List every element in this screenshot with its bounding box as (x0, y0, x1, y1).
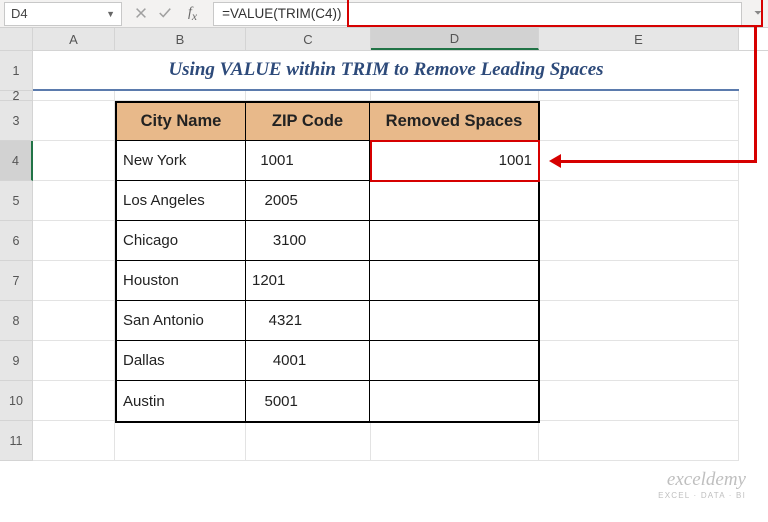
cell-zip[interactable]: 4321 (246, 301, 370, 341)
row-header-2[interactable]: 2 (0, 91, 33, 101)
table-row: Austin 5001 (117, 381, 538, 421)
table-row: New York 10011001 (117, 141, 538, 181)
chevron-down-icon[interactable]: ▼ (106, 9, 115, 19)
data-table: City Name ZIP Code Removed Spaces New Yo… (115, 101, 540, 423)
enter-icon[interactable] (158, 6, 172, 20)
cell-city[interactable]: Chicago (117, 221, 246, 261)
fx-icon[interactable]: fx (182, 5, 203, 23)
formula-bar-buttons: fx (124, 5, 213, 23)
formula-bar: D4 ▼ fx =VALUE(TRIM(C4)) ⏷ (0, 0, 768, 28)
table-row: San Antonio 4321 (117, 301, 538, 341)
cell-city[interactable]: Los Angeles (117, 181, 246, 221)
watermark-title: exceldemy (658, 469, 746, 491)
row-header-1[interactable]: 1 (0, 51, 33, 91)
row-header-10[interactable]: 10 (0, 381, 33, 421)
cell-zip[interactable]: 3100 (246, 221, 370, 261)
cell-city[interactable]: Austin (117, 381, 246, 421)
sheet-area[interactable]: Using VALUE within TRIM to Remove Leadin… (33, 51, 768, 461)
col-header-e[interactable]: E (539, 28, 739, 50)
row-header-8[interactable]: 8 (0, 301, 33, 341)
cell-zip[interactable]: 1201 (246, 261, 370, 301)
grid-body: 1 2 3 4 5 6 7 8 9 10 11 Using VALUE with… (0, 51, 768, 461)
formula-input[interactable]: =VALUE(TRIM(C4)) (213, 2, 742, 26)
table-header-row: City Name ZIP Code Removed Spaces (117, 103, 538, 141)
row-header-11[interactable]: 11 (0, 421, 33, 461)
formula-text: =VALUE(TRIM(C4)) (222, 6, 341, 21)
row-header-4[interactable]: 4 (0, 141, 33, 181)
cell-zip[interactable]: 1001 (246, 141, 370, 181)
row-header-6[interactable]: 6 (0, 221, 33, 261)
row-header-7[interactable]: 7 (0, 261, 33, 301)
col-header-b[interactable]: B (115, 28, 246, 50)
row-headers: 1 2 3 4 5 6 7 8 9 10 11 (0, 51, 33, 461)
cell-removed[interactable] (370, 181, 538, 221)
cell-removed[interactable] (370, 261, 538, 301)
expand-icon[interactable]: ⏷ (748, 8, 768, 19)
watermark-sub: Excel · Data · BI (658, 491, 746, 500)
cell-removed[interactable]: 1001 (370, 141, 538, 181)
cell-removed[interactable] (370, 221, 538, 261)
name-box[interactable]: D4 ▼ (4, 2, 122, 26)
column-headers: A B C D E (0, 28, 768, 51)
cell-removed[interactable] (370, 381, 538, 421)
callout-line-h (561, 160, 756, 163)
select-all-cell[interactable] (0, 28, 33, 50)
th-zip: ZIP Code (246, 103, 370, 141)
cell-city[interactable]: Dallas (117, 341, 246, 381)
table-row: Chicago 3100 (117, 221, 538, 261)
table-row: Dallas 4001 (117, 341, 538, 381)
callout-line-v (754, 27, 757, 163)
row-header-9[interactable]: 9 (0, 341, 33, 381)
cell-removed[interactable] (370, 341, 538, 381)
cell-removed[interactable] (370, 301, 538, 341)
cancel-icon[interactable] (134, 6, 148, 20)
cell-zip[interactable]: 4001 (246, 341, 370, 381)
cell-zip[interactable]: 5001 (246, 381, 370, 421)
cell-city[interactable]: New York (117, 141, 246, 181)
col-header-c[interactable]: C (246, 28, 371, 50)
name-box-value: D4 (11, 6, 28, 21)
row-header-3[interactable]: 3 (0, 101, 33, 141)
row-header-5[interactable]: 5 (0, 181, 33, 221)
callout-arrow-icon (549, 154, 561, 168)
watermark: exceldemy Excel · Data · BI (658, 469, 746, 500)
sheet-title: Using VALUE within TRIM to Remove Leadin… (33, 51, 739, 91)
cell-city[interactable]: Houston (117, 261, 246, 301)
col-header-d[interactable]: D (371, 28, 539, 50)
cell-city[interactable]: San Antonio (117, 301, 246, 341)
th-removed: Removed Spaces (370, 103, 538, 141)
col-header-a[interactable]: A (33, 28, 115, 50)
table-row: Los Angeles 2005 (117, 181, 538, 221)
th-city: City Name (117, 103, 246, 141)
table-row: Houston1201 (117, 261, 538, 301)
cell-zip[interactable]: 2005 (246, 181, 370, 221)
